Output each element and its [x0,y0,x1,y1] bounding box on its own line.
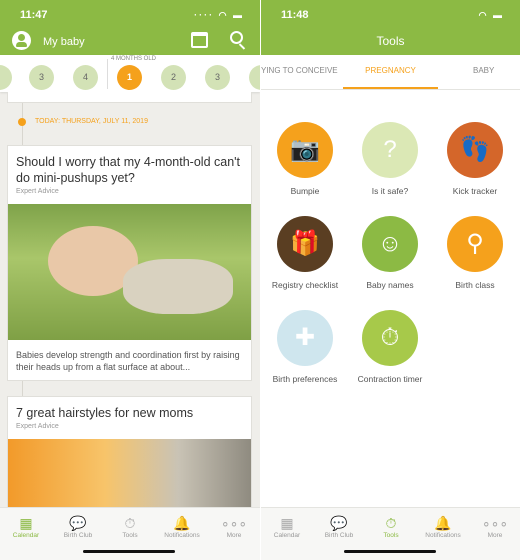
more-icon: ∘∘∘ [220,515,248,531]
week-item[interactable]: 2 [161,65,186,90]
week-item[interactable] [249,65,260,90]
profile-icon[interactable] [12,31,31,50]
week-item[interactable]: 3 [205,65,230,90]
week-item-current[interactable]: 1 [117,65,142,90]
calendar-icon[interactable] [191,32,208,48]
search-icon[interactable] [230,31,243,44]
stopwatch-icon: ⏱ [362,310,418,366]
tab-birth-club[interactable]: 💬 Birth Club [313,514,365,539]
tab-label: Calendar [12,532,40,539]
week-item[interactable] [0,65,12,90]
tab-calendar[interactable]: ▦ Calendar [261,514,313,539]
clock: 11:48 [281,9,309,21]
tab-calendar[interactable]: ▦ Calendar [0,514,52,539]
tab-label: Notifications [425,532,461,539]
chat-bubbles-icon: 💬 [330,515,348,531]
clock: 11:47 [20,9,48,21]
tab-baby[interactable]: BABY [473,66,494,75]
my-baby-screen: 11:47 ···· ◠ ▬ My baby 3 4 4 MONTHS OLD 1… [0,0,260,560]
tool-label: Contraction timer [357,374,423,384]
tab-tools[interactable]: ⏱ Tools [104,514,156,539]
header: My baby [0,28,260,55]
article-source: Expert Advice [16,423,59,430]
tool-label: Is it safe? [371,186,409,196]
tool-label: Birth class [455,280,495,290]
tools-icon: ⏱ [124,515,136,531]
tab-pregnancy[interactable]: PREGNANCY [343,66,438,75]
header-title: Tools [376,34,405,48]
tool-baby-names[interactable]: ☺ Baby names [348,216,432,290]
tab-label: More [487,532,503,539]
tab-label: Notifications [164,532,200,539]
bell-icon: 🔔 [434,515,452,531]
tab-label: Birth Club [63,532,93,539]
tool-birth-class[interactable]: ⚲ Birth class [433,216,517,290]
article-title: 7 great hairstyles for new moms [16,406,194,420]
teacher-icon: ⚲ [447,216,503,272]
tool-label: Kick tracker [452,186,498,196]
article-image [8,204,251,340]
footprints-icon: 👣 [447,122,503,178]
calendar-icon: ▦ [280,515,294,531]
tab-bar: ▦ Calendar 💬 Birth Club ⏱ Tools 🔔 Notifications… [0,507,260,560]
header: Tools [261,28,520,55]
today-dot [18,118,26,126]
tools-screen: 11:48 ◠ ▬ Tools YING TO CONCEIVE PREGNANC… [261,0,520,560]
tab-notifications[interactable]: 🔔 Notifications [417,514,469,539]
gift-icon: 🎁 [277,216,333,272]
chat-bubbles-icon: 💬 [69,515,87,531]
tab-trying-to-conceive[interactable]: YING TO CONCEIVE [261,66,338,75]
camera-icon: 📷 [277,122,333,178]
tab-label: Calendar [273,532,301,539]
category-tabs: YING TO CONCEIVE PREGNANCY BABY [261,55,520,90]
home-indicator [344,550,436,553]
calendar-icon: ▦ [19,515,33,531]
tool-label: Birth preferences [272,374,338,384]
tab-label: More [226,532,242,539]
today-label: TODAY: THURSDAY, JULY 11, 2019 [35,118,148,125]
article-card[interactable]: 7 great hairstyles for new moms Expert A… [7,396,252,519]
article-card[interactable]: Should I worry that my 4-month-old can't… [7,145,252,381]
tab-birth-club[interactable]: 💬 Birth Club [52,514,104,539]
signal-wifi-battery-icon: ◠ ▬ [478,10,504,20]
tool-registry-checklist[interactable]: 🎁 Registry checklist [263,216,347,290]
tool-birth-preferences[interactable]: ✚ Birth preferences [263,310,347,384]
tool-label: Registry checklist [271,280,339,290]
signal-wifi-battery-icon: ···· ◠ ▬ [194,10,244,20]
tab-label: Tools [122,532,138,539]
tab-label: Tools [383,532,399,539]
tab-tools[interactable]: ⏱ Tools [365,514,417,539]
tab-more[interactable]: ∘∘∘ More [208,514,260,539]
doctor-icon: ✚ [277,310,333,366]
status-bar: 11:47 ···· ◠ ▬ [0,0,260,28]
week-selector[interactable]: 3 4 4 MONTHS OLD 1 2 3 [0,55,260,92]
tool-is-it-safe[interactable]: ? Is it safe? [348,122,432,196]
tab-bar: ▦ Calendar 💬 Birth Club ⏱ Tools 🔔 Notifications… [261,507,520,560]
week-item[interactable]: 4 [73,65,98,90]
tab-more[interactable]: ∘∘∘ More [469,514,520,539]
tool-bumpie[interactable]: 📷 Bumpie [263,122,347,196]
tools-icon: ⏱ [385,515,397,531]
article-title: Should I worry that my 4-month-old can't… [16,155,241,185]
article-source: Expert Advice [16,188,59,195]
tool-label: Bumpie [290,186,320,196]
article-excerpt: Babies develop strength and coordination… [16,350,240,372]
home-indicator [83,550,175,553]
baby-id-icon: ☺ [362,216,418,272]
header-title: My baby [43,36,85,48]
week-item[interactable]: 3 [29,65,54,90]
tab-label: Birth Club [324,532,354,539]
more-icon: ∘∘∘ [481,515,509,531]
status-bar: 11:48 ◠ ▬ [261,0,520,28]
age-label: 4 MONTHS OLD [111,56,157,62]
tool-contraction-timer[interactable]: ⏱ Contraction timer [348,310,432,384]
tab-notifications[interactable]: 🔔 Notifications [156,514,208,539]
bell-icon: 🔔 [173,515,191,531]
question-person-icon: ? [362,122,418,178]
tool-kick-tracker[interactable]: 👣 Kick tracker [433,122,517,196]
tool-label: Baby names [366,280,414,290]
